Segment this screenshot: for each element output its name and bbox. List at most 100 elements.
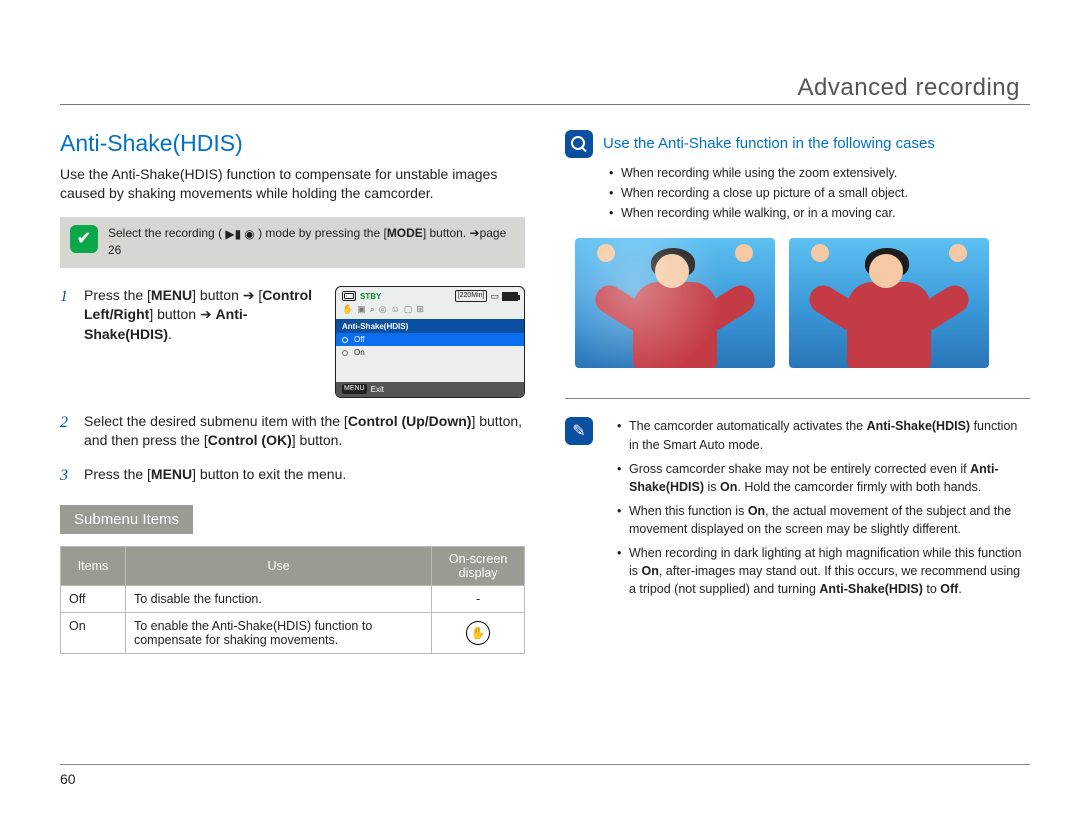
list-item: Gross camcorder shake may not be entirel… (617, 460, 1030, 496)
menu-option-off: Off (336, 333, 524, 346)
t: is (704, 480, 720, 494)
section-heading: Anti-Shake(HDIS) (60, 130, 525, 157)
b: On (748, 504, 765, 518)
b: On (642, 564, 659, 578)
submenu-table: Items Use On-screen display Off To disab… (60, 546, 525, 654)
list-item: When recording a close up picture of a s… (609, 184, 1030, 202)
menu-label: MENU (151, 466, 192, 482)
magnifier-icon (565, 130, 593, 158)
t: ] button to exit the menu. (192, 466, 346, 482)
mode-label: MODE (387, 226, 423, 240)
table-row: Off To disable the function. - (61, 585, 525, 612)
menu-label: MENU (151, 287, 192, 303)
table-row: On To enable the Anti-Shake(HDIS) functi… (61, 612, 525, 653)
t: When this function is (629, 504, 748, 518)
note-icon (565, 417, 593, 445)
cell-display: ✋ (432, 612, 525, 653)
search-icon: ⌕ (370, 303, 375, 316)
t: Press the [ (84, 466, 151, 482)
time-remaining: [220Min] (455, 290, 488, 302)
step-3: 3 Press the [MENU] button to exit the me… (60, 465, 525, 485)
menu-option-on: On (336, 346, 524, 359)
menu-tab: Anti-Shake(HDIS) (336, 320, 524, 333)
b: On (720, 480, 737, 494)
photo-mode-icon: ◉ (244, 226, 254, 242)
control-ok-label: Control (OK) (208, 432, 292, 448)
battery-icon (502, 292, 518, 301)
manual-page: Advanced recording Anti-Shake(HDIS) Use … (0, 0, 1080, 825)
t: . (168, 326, 172, 342)
t: . Hold the camcorder firmly with both ha… (737, 480, 981, 494)
film-icon: ▣ (357, 303, 366, 316)
intro-text: Use the Anti-Shake(HDIS) function to com… (60, 165, 525, 203)
label: On (354, 347, 365, 358)
stby-label: STBY (360, 291, 381, 302)
cell-use: To disable the function. (125, 585, 431, 612)
video-mode-icon: ▶▮ (225, 226, 241, 242)
cell-item: On (61, 612, 126, 653)
check-icon: ✔ (70, 225, 98, 253)
b: Off (940, 582, 958, 596)
list-item: The camcorder automatically activates th… (617, 417, 1030, 453)
mode-icons: ▶▮ ◉ (225, 226, 254, 242)
th-use: Use (125, 546, 431, 585)
page-number: 60 (60, 771, 76, 787)
antishake-icon: ✋ (466, 621, 490, 645)
step-1: 1 Press the [MENU] button ➔ [Control Lef… (60, 286, 525, 398)
cell-item: Off (61, 585, 126, 612)
page-header: Advanced recording (798, 74, 1020, 102)
precondition-text: Select the recording ( ▶▮ ◉ ) mode by pr… (108, 225, 515, 258)
hand-icon: ✋ (342, 303, 353, 316)
text: ] button. (423, 226, 470, 240)
t: Select the desired submenu item with the… (84, 413, 348, 429)
submenu-heading: Submenu Items (60, 505, 193, 534)
header-rule (60, 104, 1030, 105)
left-column: Anti-Shake(HDIS) Use the Anti-Shake(HDIS… (60, 130, 525, 654)
exit-label: Exit (371, 384, 384, 395)
list-item: When recording in dark lighting at high … (617, 544, 1030, 598)
menu-badge: MENU (342, 384, 367, 394)
th-display: On-screen display (432, 546, 525, 585)
cases-callout: Use the Anti-Shake function in the follo… (565, 130, 1030, 158)
grid-icon: ⊞ (416, 303, 424, 316)
lcd-preview: STBY [220Min] ▭ ✋ ▣ (335, 286, 525, 398)
t: ] button ➔ (149, 306, 215, 322)
b: Anti-Shake(HDIS) (819, 582, 922, 596)
t: Gross camcorder shake may not be entirel… (629, 462, 970, 476)
sd-icon (342, 291, 356, 301)
list-item: When recording while walking, or in a mo… (609, 204, 1030, 222)
divider (565, 398, 1030, 399)
icon-strip: ✋ ▣ ⌕ ◎ ☺ ▢ ⊞ (336, 303, 524, 319)
notes-block: The camcorder automatically activates th… (565, 417, 1030, 620)
example-photos (565, 238, 1030, 368)
step-number: 2 (60, 412, 68, 434)
step-list: 1 Press the [MENU] button ➔ [Control Lef… (60, 286, 525, 485)
t: Press the [ (84, 287, 151, 303)
step-number: 3 (60, 465, 68, 487)
t: . (958, 582, 961, 596)
cell-display: - (432, 585, 525, 612)
text: ) mode by pressing the [ (258, 226, 387, 240)
face-icon: ☺ (391, 303, 400, 316)
t: ] button ➔ [ (192, 287, 262, 303)
step-number: 1 (60, 286, 68, 308)
cell-use: To enable the Anti-Shake(HDIS) function … (125, 612, 431, 653)
cases-list: When recording while using the zoom exte… (565, 164, 1030, 222)
b: Anti-Shake(HDIS) (867, 419, 970, 433)
lcd-footer: MENU Exit (336, 382, 524, 397)
list-item: When this function is On, the actual mov… (617, 502, 1030, 538)
scene-icon: ▢ (404, 303, 413, 316)
label: Off (354, 334, 365, 345)
control-ud-label: Control (Up/Down) (348, 413, 472, 429)
t: The camcorder automatically activates th… (629, 419, 867, 433)
notes-list: The camcorder automatically activates th… (603, 417, 1030, 604)
precondition-note: ✔ Select the recording ( ▶▮ ◉ ) mode by … (60, 217, 525, 268)
t: to (923, 582, 940, 596)
storage-icon: ▭ (490, 290, 499, 303)
photo-stable (789, 238, 989, 368)
th-items: Items (61, 546, 126, 585)
cases-heading: Use the Anti-Shake function in the follo… (603, 130, 935, 154)
right-column: Use the Anti-Shake function in the follo… (565, 130, 1030, 654)
photo-unstable (575, 238, 775, 368)
t: ] button. (292, 432, 343, 448)
